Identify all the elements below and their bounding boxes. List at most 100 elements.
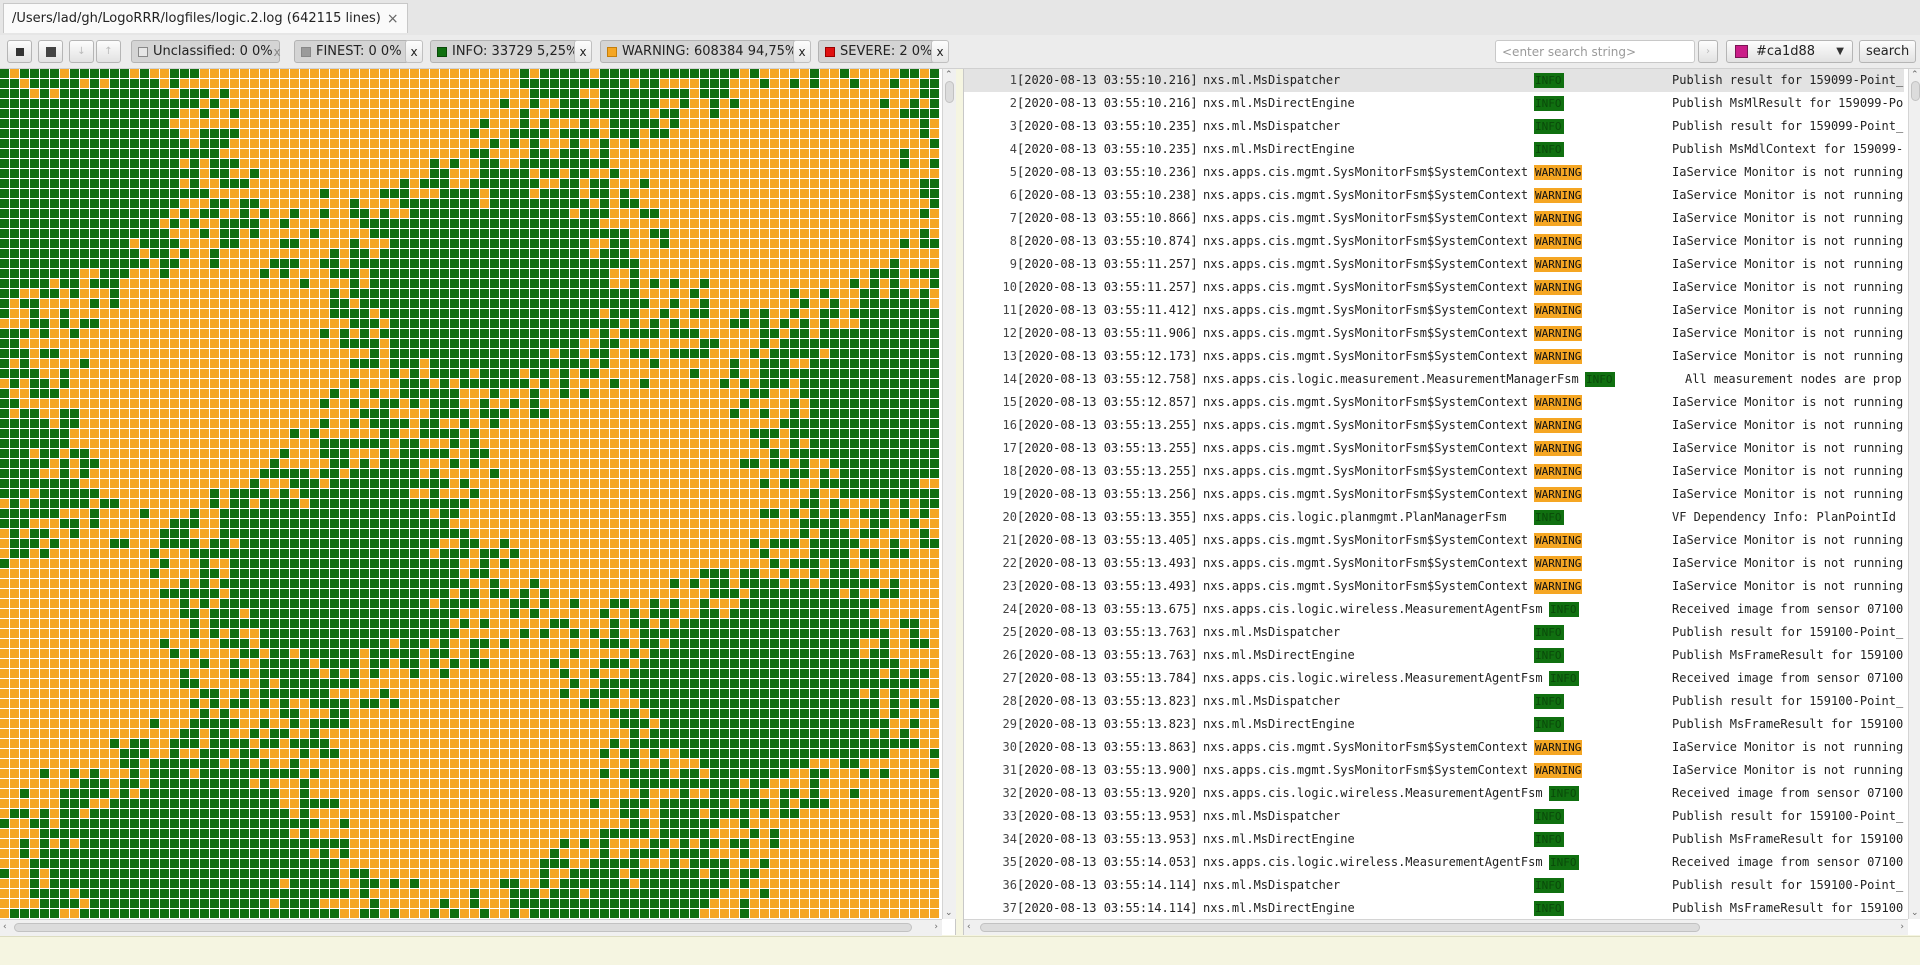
grid-cell[interactable] bbox=[200, 479, 209, 488]
grid-cell[interactable] bbox=[550, 349, 559, 358]
grid-cell[interactable] bbox=[400, 189, 409, 198]
grid-cell[interactable] bbox=[920, 419, 929, 428]
grid-cell[interactable] bbox=[180, 589, 189, 598]
grid-cell[interactable] bbox=[890, 209, 899, 218]
grid-cell[interactable] bbox=[480, 309, 489, 318]
grid-cell[interactable] bbox=[730, 269, 739, 278]
grid-cell[interactable] bbox=[270, 79, 279, 88]
grid-cell[interactable] bbox=[570, 329, 579, 338]
grid-cell[interactable] bbox=[430, 79, 439, 88]
grid-cell[interactable] bbox=[0, 99, 9, 108]
grid-cell[interactable] bbox=[230, 89, 239, 98]
grid-cell[interactable] bbox=[100, 509, 109, 518]
grid-cell[interactable] bbox=[420, 529, 429, 538]
grid-cell[interactable] bbox=[290, 249, 299, 258]
grid-cell[interactable] bbox=[850, 279, 859, 288]
grid-cell[interactable] bbox=[30, 169, 39, 178]
grid-cell[interactable] bbox=[830, 309, 839, 318]
grid-cell[interactable] bbox=[450, 579, 459, 588]
grid-cell[interactable] bbox=[420, 379, 429, 388]
grid-cell[interactable] bbox=[20, 459, 29, 468]
grid-cell[interactable] bbox=[380, 329, 389, 338]
grid-cell[interactable] bbox=[780, 249, 789, 258]
grid-cell[interactable] bbox=[390, 329, 399, 338]
grid-cell[interactable] bbox=[330, 369, 339, 378]
grid-cell[interactable] bbox=[500, 219, 509, 228]
grid-cell[interactable] bbox=[650, 419, 659, 428]
grid-cell[interactable] bbox=[830, 69, 839, 78]
grid-cell[interactable] bbox=[680, 359, 689, 368]
grid-cell[interactable] bbox=[790, 309, 799, 318]
grid-cell[interactable] bbox=[170, 209, 179, 218]
grid-cell[interactable] bbox=[0, 209, 9, 218]
grid-cell[interactable] bbox=[760, 179, 769, 188]
grid-cell[interactable] bbox=[270, 339, 279, 348]
grid-cell[interactable] bbox=[120, 179, 129, 188]
grid-cell[interactable] bbox=[130, 429, 139, 438]
grid-cell[interactable] bbox=[540, 209, 549, 218]
grid-cell[interactable] bbox=[770, 539, 779, 548]
grid-cell[interactable] bbox=[760, 529, 769, 538]
grid-cell[interactable] bbox=[0, 129, 9, 138]
grid-cell[interactable] bbox=[270, 589, 279, 598]
grid-cell[interactable] bbox=[530, 349, 539, 358]
grid-cell[interactable] bbox=[830, 159, 839, 168]
grid-cell[interactable] bbox=[410, 239, 419, 248]
grid-cell[interactable] bbox=[140, 439, 149, 448]
grid-cell[interactable] bbox=[510, 99, 519, 108]
grid-cell[interactable] bbox=[100, 229, 109, 238]
grid-cell[interactable] bbox=[390, 459, 399, 468]
grid-cell[interactable] bbox=[0, 489, 9, 498]
grid-cell[interactable] bbox=[900, 569, 909, 578]
grid-cell[interactable] bbox=[580, 309, 589, 318]
grid-cell[interactable] bbox=[400, 239, 409, 248]
grid-cell[interactable] bbox=[320, 369, 329, 378]
grid-cell[interactable] bbox=[50, 379, 59, 388]
grid-cell[interactable] bbox=[810, 109, 819, 118]
grid-cell[interactable] bbox=[190, 139, 199, 148]
grid-cell[interactable] bbox=[690, 369, 699, 378]
grid-cell[interactable] bbox=[800, 569, 809, 578]
grid-cell[interactable] bbox=[810, 389, 819, 398]
grid-cell[interactable] bbox=[260, 199, 269, 208]
grid-cell[interactable] bbox=[550, 569, 559, 578]
grid-cell[interactable] bbox=[740, 329, 749, 338]
grid-cell[interactable] bbox=[190, 449, 199, 458]
grid-cell[interactable] bbox=[620, 69, 629, 78]
grid-cell[interactable] bbox=[210, 339, 219, 348]
grid-cell[interactable] bbox=[450, 419, 459, 428]
grid-cell[interactable] bbox=[830, 209, 839, 218]
grid-cell[interactable] bbox=[40, 529, 49, 538]
grid-cell[interactable] bbox=[590, 379, 599, 388]
grid-cell[interactable] bbox=[860, 69, 869, 78]
grid-cell[interactable] bbox=[800, 269, 809, 278]
grid-cell[interactable] bbox=[380, 359, 389, 368]
grid-cell[interactable] bbox=[260, 509, 269, 518]
grid-cell[interactable] bbox=[300, 309, 309, 318]
grid-cell[interactable] bbox=[850, 229, 859, 238]
grid-cell[interactable] bbox=[620, 239, 629, 248]
grid-cell[interactable] bbox=[430, 459, 439, 468]
grid-cell[interactable] bbox=[180, 279, 189, 288]
grid-cell[interactable] bbox=[350, 89, 359, 98]
grid-cell[interactable] bbox=[510, 379, 519, 388]
grid-cell[interactable] bbox=[790, 149, 799, 158]
grid-cell[interactable] bbox=[790, 459, 799, 468]
grid-cell[interactable] bbox=[210, 449, 219, 458]
grid-cell[interactable] bbox=[130, 559, 139, 568]
grid-cell[interactable] bbox=[490, 299, 499, 308]
grid-cell[interactable] bbox=[560, 89, 569, 98]
grid-cell[interactable] bbox=[470, 469, 479, 478]
grid-cell[interactable] bbox=[410, 409, 419, 418]
grid-cell[interactable] bbox=[340, 239, 349, 248]
grid-cell[interactable] bbox=[750, 539, 759, 548]
grid-cell[interactable] bbox=[80, 199, 89, 208]
grid-cell[interactable] bbox=[550, 489, 559, 498]
grid-cell[interactable] bbox=[160, 489, 169, 498]
grid-cell[interactable] bbox=[210, 179, 219, 188]
grid-cell[interactable] bbox=[160, 549, 169, 558]
grid-cell[interactable] bbox=[650, 89, 659, 98]
grid-cell[interactable] bbox=[360, 399, 369, 408]
grid-cell[interactable] bbox=[590, 209, 599, 218]
grid-cell[interactable] bbox=[260, 229, 269, 238]
